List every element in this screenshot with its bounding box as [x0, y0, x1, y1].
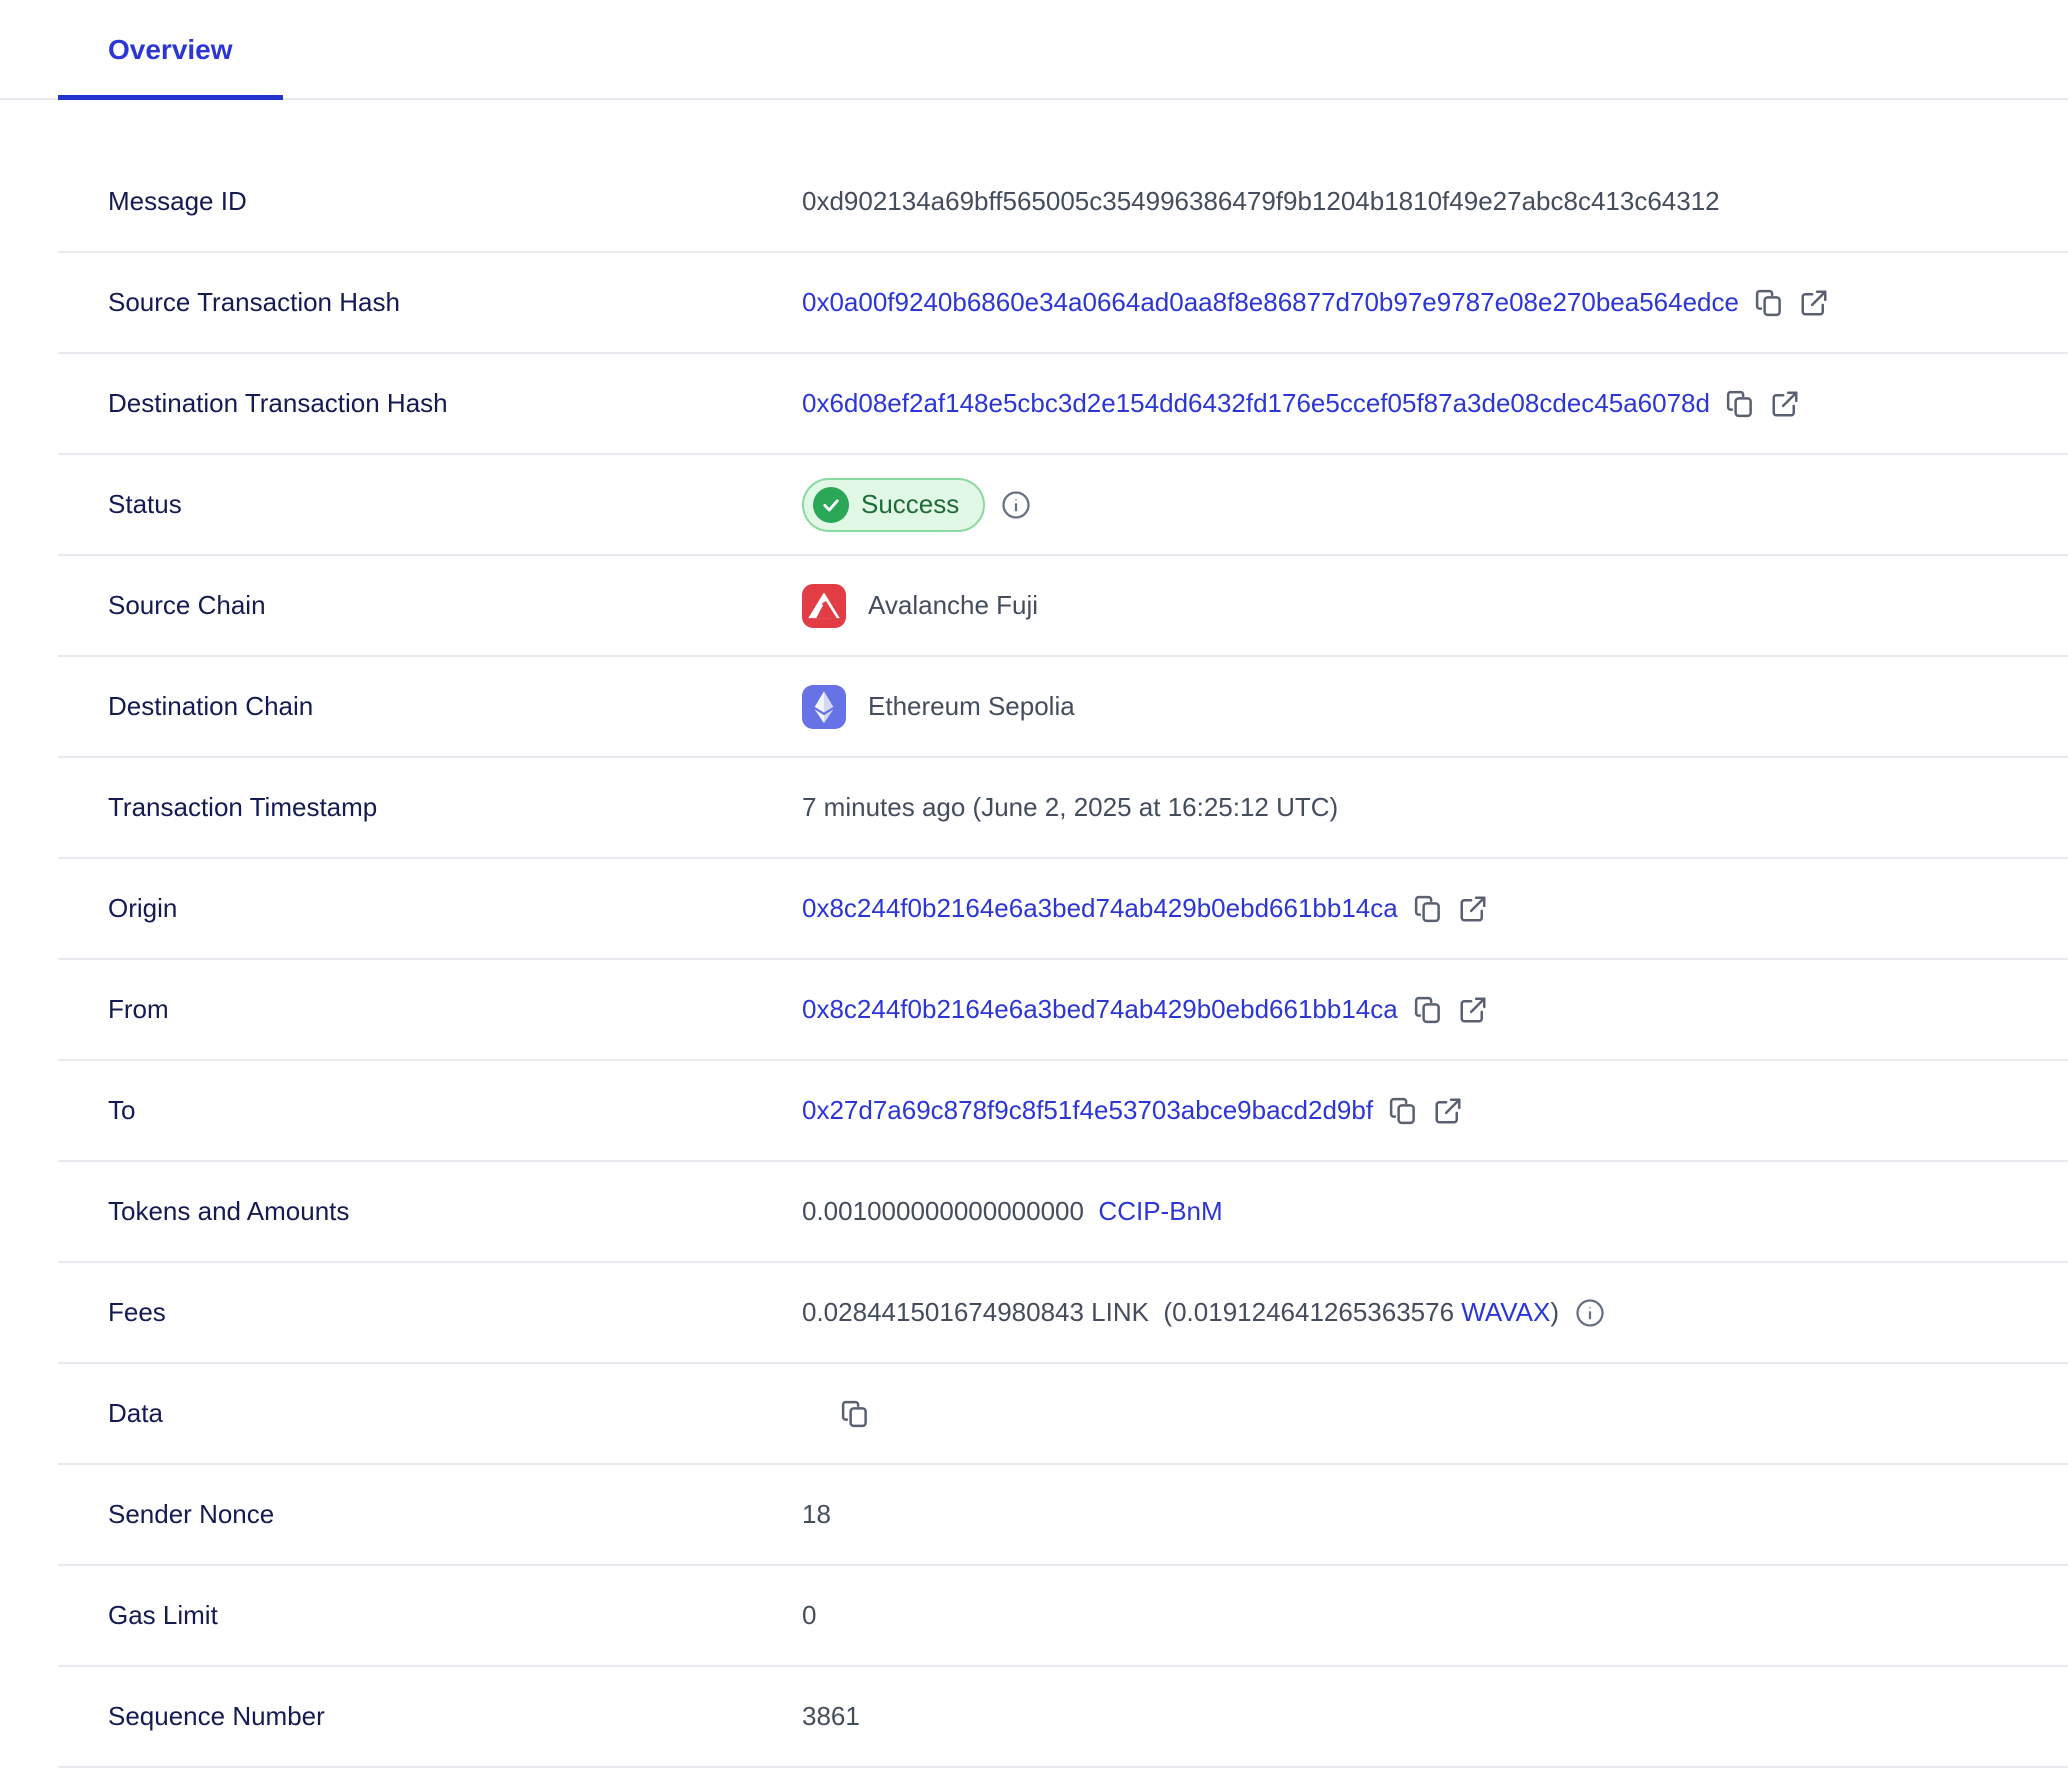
copy-icon[interactable] — [1413, 995, 1443, 1025]
table-row: To0x27d7a69c878f9c8f51f4e53703abce9bacd2… — [58, 1061, 2068, 1162]
row-label: Gas Limit — [108, 1600, 802, 1631]
row-label: Data — [108, 1398, 802, 1429]
row-label: Status — [108, 489, 802, 520]
table-row: Source Transaction Hash0x0a00f9240b6860e… — [58, 253, 2068, 354]
value-link[interactable]: 0x6d08ef2af148e5cbc3d2e154dd6432fd176e5c… — [802, 388, 1710, 419]
value-link[interactable]: 0x0a00f9240b6860e34a0664ad0aa8f8e86877d7… — [802, 287, 1739, 318]
ethereum-icon — [802, 685, 846, 729]
row-value: 0.001000000000000000 CCIP-BnM — [802, 1196, 1223, 1227]
chain-value: Ethereum Sepolia — [802, 685, 1075, 729]
row-value: 0.028441501674980843 LINK (0.01912464126… — [802, 1297, 1605, 1328]
row-label: Message ID — [108, 186, 802, 217]
row-value: 0 — [802, 1600, 816, 1631]
row-label: Source Transaction Hash — [108, 287, 802, 318]
chain-value: Avalanche Fuji — [802, 584, 1038, 628]
row-label: Sequence Number — [108, 1701, 802, 1732]
table-row: Transaction Timestamp7 minutes ago (June… — [58, 758, 2068, 859]
status-badge: Success — [802, 478, 985, 532]
table-row: Gas Limit0 — [58, 1566, 2068, 1667]
row-value: 0x27d7a69c878f9c8f51f4e53703abce9bacd2d9… — [802, 1095, 1463, 1126]
chain-name: Avalanche Fuji — [868, 590, 1038, 621]
value-link[interactable]: CCIP-BnM — [1098, 1196, 1222, 1227]
copy-icon[interactable] — [1725, 389, 1755, 419]
row-label: Destination Chain — [108, 691, 802, 722]
check-icon — [813, 487, 849, 523]
copy-icon[interactable] — [1754, 288, 1784, 318]
tab-overview[interactable]: Overview — [58, 0, 283, 100]
value-text: 18 — [802, 1499, 831, 1530]
value-link[interactable]: 0x8c244f0b2164e6a3bed74ab429b0ebd661bb14… — [802, 994, 1398, 1025]
row-value — [802, 1399, 870, 1429]
row-value: 0x8c244f0b2164e6a3bed74ab429b0ebd661bb14… — [802, 893, 1488, 924]
copy-icon[interactable] — [840, 1399, 870, 1429]
copy-icon[interactable] — [1388, 1096, 1418, 1126]
external-link-icon[interactable] — [1458, 995, 1488, 1025]
row-value: 7 minutes ago (June 2, 2025 at 16:25:12 … — [802, 792, 1338, 823]
row-label: From — [108, 994, 802, 1025]
external-link-icon[interactable] — [1433, 1096, 1463, 1126]
value-text: 0.028441501674980843 LINK (0.01912464126… — [802, 1297, 1461, 1328]
row-label: Transaction Timestamp — [108, 792, 802, 823]
info-icon[interactable] — [1575, 1298, 1605, 1328]
row-label: Tokens and Amounts — [108, 1196, 802, 1227]
value-link[interactable]: 0x27d7a69c878f9c8f51f4e53703abce9bacd2d9… — [802, 1095, 1373, 1126]
row-value: 18 — [802, 1499, 831, 1530]
table-row: Data — [58, 1364, 2068, 1465]
chain-name: Ethereum Sepolia — [868, 691, 1075, 722]
row-value: Ethereum Sepolia — [802, 685, 1075, 729]
table-row: Message ID0xd902134a69bff565005c35499638… — [58, 152, 2068, 253]
table-row: Source Chain Avalanche Fuji — [58, 556, 2068, 657]
value-text: 0 — [802, 1600, 816, 1631]
row-label: Fees — [108, 1297, 802, 1328]
external-link-icon[interactable] — [1799, 288, 1829, 318]
table-row: Sender Nonce18 — [58, 1465, 2068, 1566]
row-value: Avalanche Fuji — [802, 584, 1038, 628]
overview-table: Message ID0xd902134a69bff565005c35499638… — [58, 100, 2068, 1768]
external-link-icon[interactable] — [1770, 389, 1800, 419]
row-label: Origin — [108, 893, 802, 924]
table-row: Status Success — [58, 455, 2068, 556]
table-row: Tokens and Amounts0.001000000000000000 C… — [58, 1162, 2068, 1263]
value-link[interactable]: 0x8c244f0b2164e6a3bed74ab429b0ebd661bb14… — [802, 893, 1398, 924]
tab-bar: Overview — [0, 0, 2068, 100]
value-text: 0.001000000000000000 — [802, 1196, 1098, 1227]
row-value: 3861 — [802, 1701, 860, 1732]
value-text: 0xd902134a69bff565005c354996386479f9b120… — [802, 186, 1720, 217]
avalanche-icon — [802, 584, 846, 628]
value-text: 7 minutes ago (June 2, 2025 at 16:25:12 … — [802, 792, 1338, 823]
row-label: Sender Nonce — [108, 1499, 802, 1530]
row-label: Source Chain — [108, 590, 802, 621]
row-value: 0x8c244f0b2164e6a3bed74ab429b0ebd661bb14… — [802, 994, 1488, 1025]
table-row: From0x8c244f0b2164e6a3bed74ab429b0ebd661… — [58, 960, 2068, 1061]
row-value: 0x6d08ef2af148e5cbc3d2e154dd6432fd176e5c… — [802, 388, 1800, 419]
row-label: To — [108, 1095, 802, 1126]
row-label: Destination Transaction Hash — [108, 388, 802, 419]
table-row: Destination Transaction Hash0x6d08ef2af1… — [58, 354, 2068, 455]
row-value: Success — [802, 478, 1031, 532]
value-text: 3861 — [802, 1701, 860, 1732]
info-icon[interactable] — [1001, 490, 1031, 520]
table-row: Sequence Number3861 — [58, 1667, 2068, 1768]
table-row: Destination Chain Ethereum Sepolia — [58, 657, 2068, 758]
value-link[interactable]: WAVAX — [1461, 1297, 1550, 1328]
table-row: Fees0.028441501674980843 LINK (0.0191246… — [58, 1263, 2068, 1364]
external-link-icon[interactable] — [1458, 894, 1488, 924]
row-value: 0xd902134a69bff565005c354996386479f9b120… — [802, 186, 1720, 217]
status-badge-label: Success — [861, 489, 959, 520]
row-value: 0x0a00f9240b6860e34a0664ad0aa8f8e86877d7… — [802, 287, 1829, 318]
value-text: ) — [1550, 1297, 1559, 1328]
copy-icon[interactable] — [1413, 894, 1443, 924]
table-row: Origin0x8c244f0b2164e6a3bed74ab429b0ebd6… — [58, 859, 2068, 960]
